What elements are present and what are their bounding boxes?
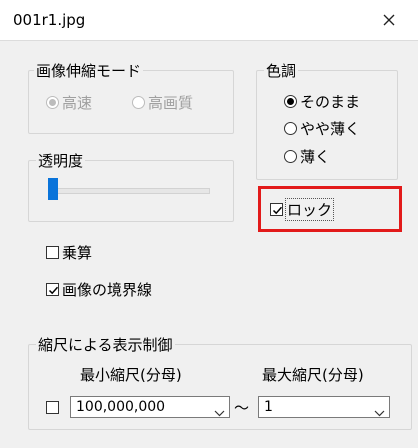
range-tilde: ～	[234, 399, 250, 417]
multiply-checkbox[interactable]	[46, 246, 59, 259]
radio-dot	[49, 99, 56, 106]
opacity-slider-thumb[interactable]	[48, 178, 58, 200]
window-title: 001r1.jpg	[13, 11, 86, 29]
min-scale-label: 最小縮尺(分母)	[80, 366, 182, 384]
max-scale-value: 1	[264, 399, 273, 415]
image-border-checkbox[interactable]	[46, 283, 59, 296]
radio-high-quality[interactable]	[132, 96, 145, 109]
chevron-down-icon[interactable]	[214, 403, 225, 421]
radio-dot	[287, 98, 294, 105]
min-scale-value: 100,000,000	[76, 399, 166, 415]
radio-tone-light-label[interactable]: 薄く	[300, 146, 330, 167]
image-border-label[interactable]: 画像の境界線	[62, 279, 152, 300]
chevron-down-icon[interactable]	[374, 403, 385, 421]
lock-label[interactable]: ロック	[284, 198, 335, 221]
scale-control-checkbox[interactable]	[46, 401, 59, 414]
max-scale-label: 最大縮尺(分母)	[262, 366, 364, 384]
radio-tone-original[interactable]	[284, 95, 297, 108]
lock-checkbox[interactable]	[270, 203, 283, 216]
radio-tone-slightly-light-label[interactable]: やや薄く	[300, 118, 360, 139]
multiply-label[interactable]: 乗算	[62, 242, 92, 263]
radio-tone-original-label[interactable]: そのまま	[300, 91, 360, 112]
tone-group-label: 色調	[264, 60, 299, 81]
opacity-slider-track[interactable]	[48, 188, 210, 194]
opacity-group-label: 透明度	[36, 150, 86, 171]
radio-high-quality-label[interactable]: 高画質	[148, 92, 193, 113]
close-icon[interactable]	[374, 8, 404, 32]
title-bar: 001r1.jpg	[0, 0, 418, 40]
min-scale-combo[interactable]: 100,000,000	[70, 396, 230, 418]
max-scale-combo[interactable]: 1	[258, 396, 390, 418]
interp-mode-group-label: 画像伸縮モード	[34, 60, 144, 81]
radio-fast-label[interactable]: 高速	[62, 92, 92, 113]
radio-tone-slightly-light[interactable]	[284, 122, 297, 135]
scale-control-group-label: 縮尺による表示制御	[36, 334, 175, 355]
radio-fast[interactable]	[46, 96, 59, 109]
radio-tone-light[interactable]	[284, 150, 297, 163]
